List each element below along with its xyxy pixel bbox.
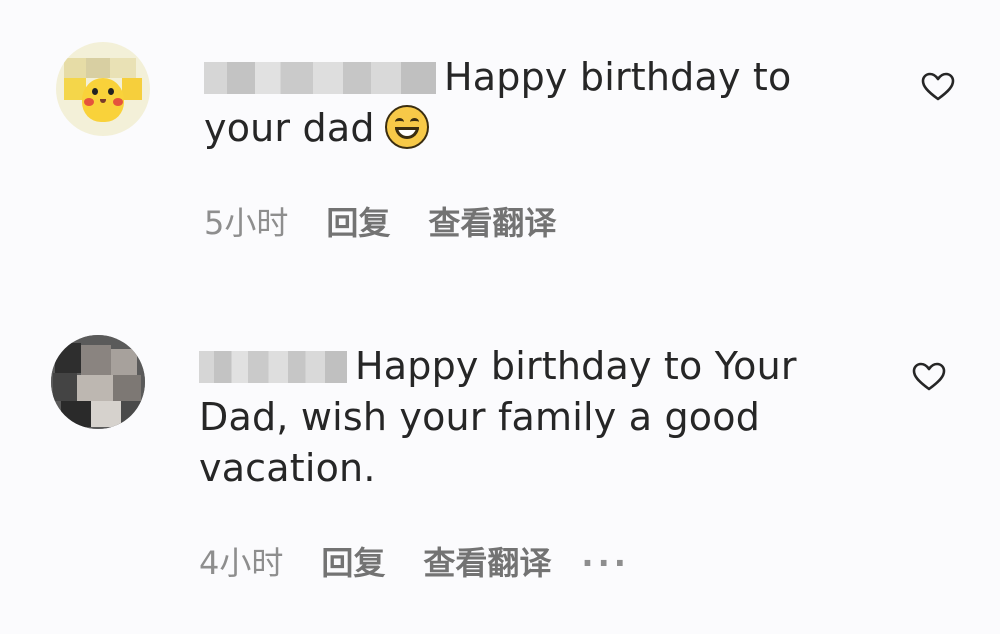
- comment-text-line3: vacation.: [199, 446, 376, 490]
- comment-text-line1: Happy birthday to: [444, 55, 792, 99]
- username-redacted[interactable]: [199, 351, 347, 383]
- comment-text-line2: your dad: [204, 106, 375, 150]
- translate-button[interactable]: 查看翻译: [423, 543, 551, 583]
- comment-thread: Happy birthday to your dad 5小时 回复 查看翻译 H…: [0, 0, 1000, 634]
- grinning-face-icon: [384, 105, 429, 149]
- comment-meta: 5小时 回复 查看翻译: [204, 203, 594, 243]
- comment-text: Happy birthday to your dad: [204, 52, 864, 154]
- heart-icon[interactable]: [921, 72, 955, 102]
- comment-text: Happy birthday to Your Dad, wish your fa…: [199, 341, 859, 494]
- comment-text-line2: Dad, wish your family a good: [199, 395, 761, 439]
- username-redacted[interactable]: [204, 62, 436, 94]
- more-options-icon[interactable]: ···: [581, 543, 629, 583]
- timestamp: 4小时: [199, 544, 284, 582]
- reply-button[interactable]: 回复: [321, 543, 385, 583]
- comment-meta: 4小时 回复 查看翻译 ···: [199, 543, 630, 583]
- avatar[interactable]: [51, 335, 145, 429]
- avatar[interactable]: [56, 42, 150, 136]
- reply-button[interactable]: 回复: [326, 203, 390, 243]
- timestamp: 5小时: [204, 204, 289, 242]
- translate-button[interactable]: 查看翻译: [428, 203, 556, 243]
- heart-icon[interactable]: [912, 362, 946, 392]
- comment-text-line1: Happy birthday to Your: [355, 344, 797, 388]
